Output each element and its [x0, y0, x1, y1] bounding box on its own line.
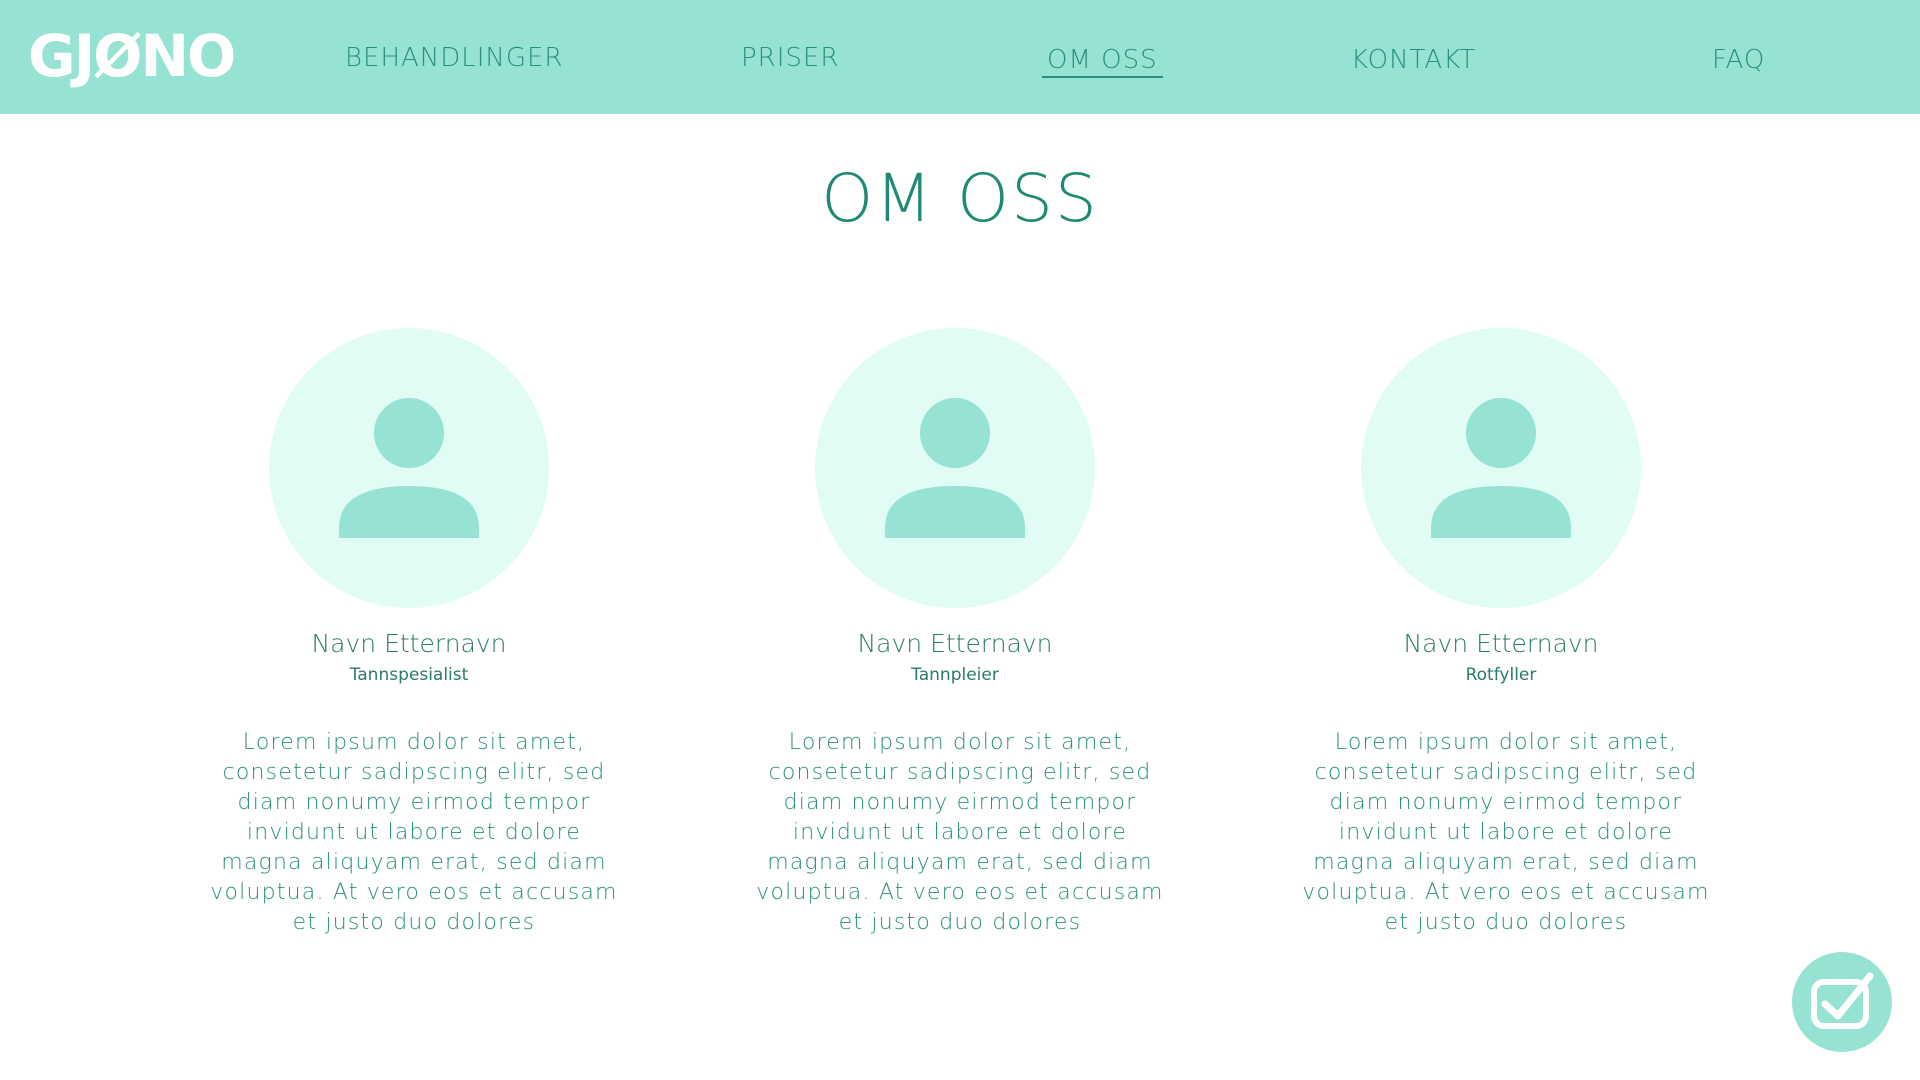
- nav-item-faq[interactable]: FAQ: [1712, 42, 1765, 78]
- member-name: Navn Etternavn: [1403, 629, 1599, 658]
- member-bio: Lorem ipsum dolor sit amet, consetetur s…: [1302, 730, 1710, 935]
- member-role: Tannpleier: [911, 665, 999, 685]
- checklist-fab-button[interactable]: [1792, 952, 1892, 1052]
- user-icon: [885, 398, 1025, 538]
- avatar: [815, 328, 1095, 608]
- member-bio: Lorem ipsum dolor sit amet, consetetur s…: [210, 730, 618, 935]
- member-bio: Lorem ipsum dolor sit amet, consetetur s…: [756, 730, 1164, 935]
- team-member-card: Navn Etternavn Tannspesialist Lorem ipsu…: [199, 328, 619, 948]
- checkbox-checked-icon: [1811, 972, 1874, 1029]
- member-role: Rotfyller: [1465, 665, 1537, 685]
- user-icon: [339, 398, 479, 538]
- logo[interactable]: GJØNO: [28, 26, 236, 86]
- nav-item-behandlinger[interactable]: BEHANDLINGER: [345, 40, 564, 76]
- nav-item-priser[interactable]: PRISER: [741, 40, 839, 76]
- nav-item-om-oss[interactable]: OM OSS: [1042, 42, 1163, 78]
- team-member-card: Navn Etternavn Rotfyller Lorem ipsum dol…: [1291, 328, 1711, 948]
- member-name: Navn Etternavn: [311, 629, 507, 658]
- user-icon: [1431, 398, 1571, 538]
- page-title: OM OSS: [821, 160, 1099, 237]
- team-member-card: Navn Etternavn Tannpleier Lorem ipsum do…: [745, 328, 1165, 948]
- avatar: [269, 328, 549, 608]
- avatar: [1361, 328, 1641, 608]
- member-name: Navn Etternavn: [857, 629, 1053, 658]
- member-role: Tannspesialist: [349, 665, 469, 685]
- top-navbar: GJØNO BEHANDLINGER PRISER OM OSS KONTAKT…: [0, 0, 1920, 114]
- nav-item-kontakt[interactable]: KONTAKT: [1351, 42, 1476, 78]
